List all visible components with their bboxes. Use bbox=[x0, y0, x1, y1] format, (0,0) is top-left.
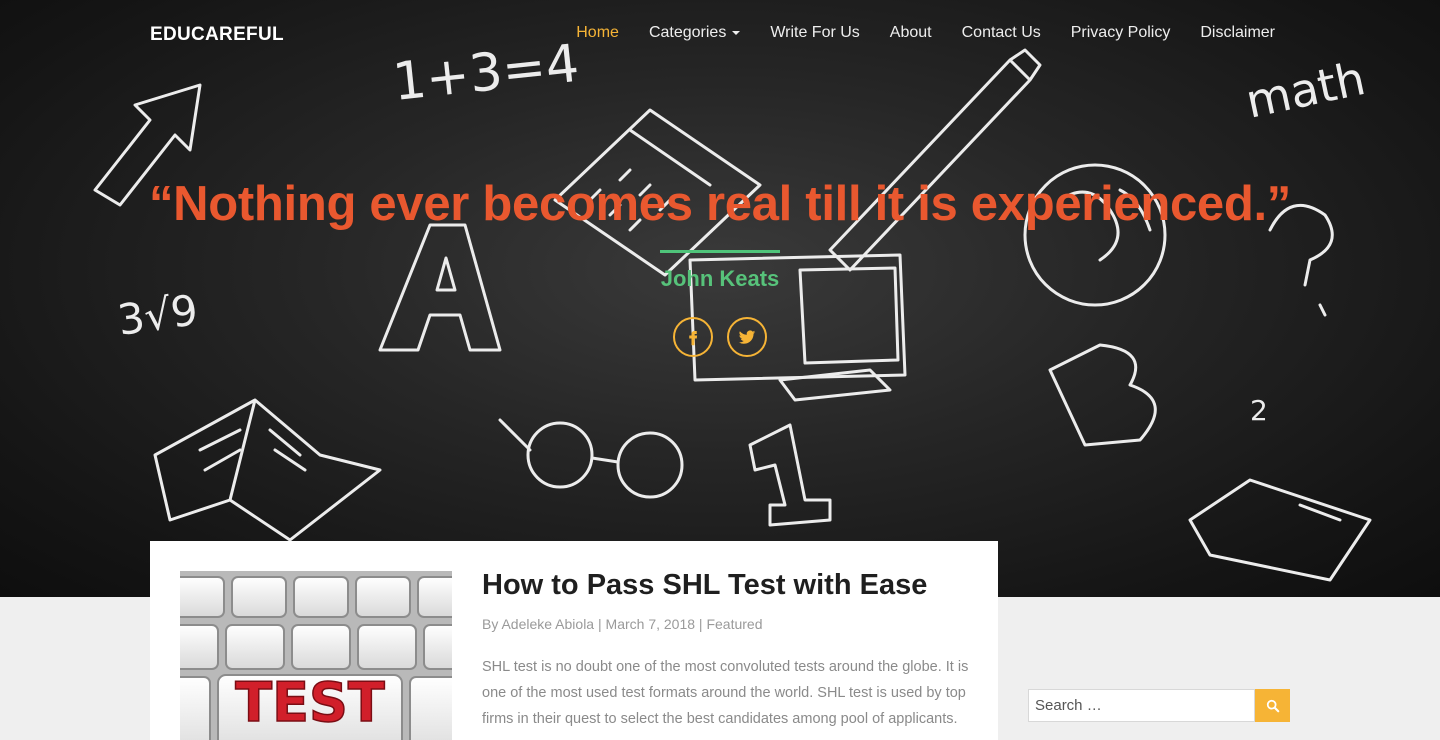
post-meta: By Adeleke Abiola | March 7, 2018 | Feat… bbox=[482, 616, 763, 632]
post-excerpt: SHL test is no doubt one of the most con… bbox=[482, 659, 969, 727]
main-nav: Home Categories Write For Us About Conta… bbox=[546, 24, 1275, 42]
nav-item-categories[interactable]: Categories bbox=[649, 24, 741, 42]
search-button[interactable] bbox=[1255, 689, 1290, 722]
nav-item-write-for-us[interactable]: Write For Us bbox=[770, 24, 859, 42]
keyboard-test-image: TEST bbox=[180, 571, 452, 740]
nav-item-about[interactable]: About bbox=[890, 24, 932, 42]
search-icon bbox=[1266, 699, 1279, 712]
post-author-link[interactable]: Adeleke Abiola bbox=[501, 616, 594, 632]
top-navbar: EDUCAREFUL Home Categories Write For Us … bbox=[0, 0, 1440, 70]
quote-author: John Keats bbox=[660, 266, 780, 291]
chalkboard-doodles: 1+3=4 math 3√9 2 bbox=[93, 34, 1372, 582]
facebook-button[interactable] bbox=[673, 317, 713, 357]
meta-by: By bbox=[482, 616, 499, 632]
doodle-two: 2 bbox=[1250, 394, 1268, 427]
meta-separator: | bbox=[698, 616, 703, 632]
nav-item-contact-us[interactable]: Contact Us bbox=[962, 24, 1041, 42]
search-input[interactable] bbox=[1028, 689, 1255, 722]
post-thumbnail[interactable]: TEST bbox=[180, 571, 452, 740]
nav-item-disclaimer[interactable]: Disclaimer bbox=[1200, 24, 1275, 42]
doodle-root: 3√9 bbox=[115, 285, 201, 345]
site-brand[interactable]: EDUCAREFUL bbox=[150, 24, 284, 46]
meta-separator: | bbox=[598, 616, 602, 632]
sidebar-search bbox=[1028, 689, 1290, 722]
post-category-link[interactable]: Featured bbox=[706, 616, 762, 632]
quote-divider bbox=[660, 250, 780, 253]
caret-down-icon bbox=[732, 31, 741, 35]
post-title[interactable]: How to Pass SHL Test with Ease bbox=[482, 569, 927, 602]
nav-item-home[interactable]: Home bbox=[576, 24, 619, 42]
nav-item-privacy-policy[interactable]: Privacy Policy bbox=[1071, 24, 1171, 42]
facebook-icon bbox=[689, 331, 698, 346]
twitter-button[interactable] bbox=[727, 317, 767, 357]
thumbnail-test-text: TEST bbox=[235, 671, 385, 734]
twitter-icon bbox=[738, 330, 756, 344]
post-card: TEST How to Pass SHL Test with Ease By A… bbox=[150, 541, 998, 740]
post-date-link[interactable]: March 7, 2018 bbox=[606, 616, 696, 632]
hero-quote: “Nothing ever becomes real till it is ex… bbox=[148, 177, 1292, 231]
hero-banner: 1+3=4 math 3√9 2 EDUCAREFUL Home Categor… bbox=[0, 0, 1440, 597]
